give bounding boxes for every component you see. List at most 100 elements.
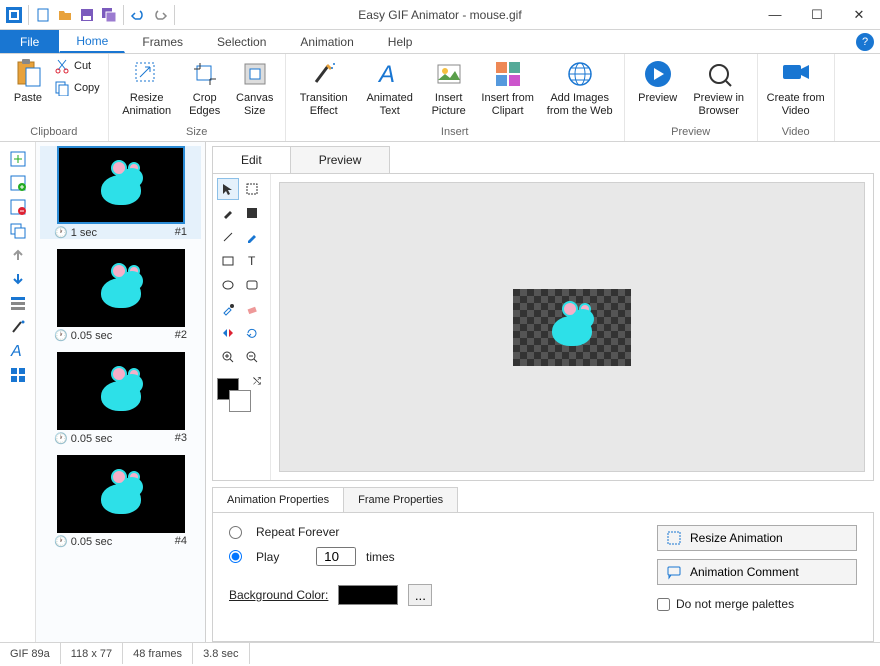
tool-brush[interactable] — [217, 202, 239, 224]
tab-frame-properties[interactable]: Frame Properties — [343, 487, 458, 512]
tab-preview[interactable]: Preview — [290, 146, 391, 173]
tool-rect[interactable] — [217, 250, 239, 272]
tool-eraser[interactable] — [241, 298, 263, 320]
preview-button[interactable]: Preview — [631, 56, 685, 107]
transition-effect-button[interactable]: Transition Effect — [292, 56, 356, 120]
tool-pencil[interactable] — [241, 226, 263, 248]
animation-comment-button[interactable]: Animation Comment — [657, 559, 857, 585]
repeat-forever-radio[interactable] — [229, 526, 242, 539]
resize-animation-side-button[interactable]: Resize Animation — [657, 525, 857, 551]
tool-rotate[interactable] — [241, 322, 263, 344]
play-count-input[interactable] — [316, 547, 356, 566]
insert-clipart-button[interactable]: Insert from Clipart — [476, 56, 540, 120]
color-swatches[interactable]: ⤭ — [217, 378, 257, 414]
insert-picture-button[interactable]: Insert Picture — [424, 56, 474, 120]
ribbon-group-insert: Transition Effect AAnimated Text Insert … — [286, 54, 625, 141]
rail-add-frame-icon[interactable] — [7, 148, 29, 170]
repeat-forever-row[interactable]: Repeat Forever — [229, 525, 617, 539]
bg-color-swatch[interactable] — [338, 585, 398, 605]
play-times-row[interactable]: Play times — [229, 547, 617, 566]
frame-item[interactable]: 🕐0.05 sec#4 — [40, 455, 201, 548]
animated-text-button[interactable]: AAnimated Text — [358, 56, 422, 120]
clock-icon: 🕐 — [54, 432, 68, 445]
clock-icon: 🕐 — [54, 329, 68, 342]
editor-tabs: Edit Preview — [206, 142, 880, 173]
tool-marquee[interactable] — [241, 178, 263, 200]
rail-text-icon[interactable]: A — [7, 340, 29, 362]
add-images-web-button[interactable]: Add Images from the Web — [542, 56, 618, 120]
frame-item[interactable]: 🕐1 sec#1 — [40, 146, 201, 239]
rail-effects-icon[interactable] — [7, 316, 29, 338]
tool-fill-rect[interactable] — [241, 202, 263, 224]
canvas-size-button[interactable]: Canvas Size — [231, 56, 279, 120]
background-color[interactable] — [229, 390, 251, 412]
minimize-button[interactable]: — — [754, 1, 796, 29]
svg-text:A: A — [377, 61, 395, 88]
paste-button[interactable]: Paste — [6, 56, 50, 107]
new-icon[interactable] — [33, 5, 53, 25]
resize-animation-button[interactable]: Resize Animation — [115, 56, 179, 120]
tool-eyedropper[interactable] — [217, 298, 239, 320]
rail-move-down-icon[interactable] — [7, 268, 29, 290]
tab-help[interactable]: Help — [371, 30, 430, 53]
rail-properties-icon[interactable] — [7, 292, 29, 314]
rail-delete-frame-icon[interactable] — [7, 196, 29, 218]
frame-list[interactable]: 🕐1 sec#1 🕐0.05 sec#2 🕐0.05 sec#3 🕐0.05 s… — [36, 142, 206, 642]
open-icon[interactable] — [55, 5, 75, 25]
canvas-viewport[interactable] — [279, 182, 865, 472]
save-all-icon[interactable] — [99, 5, 119, 25]
tool-zoom-out[interactable] — [241, 346, 263, 368]
status-bar: GIF 89a 118 x 77 48 frames 3.8 sec — [0, 642, 880, 664]
ribbon-group-clipboard: Paste Cut Copy Clipboard — [0, 54, 109, 141]
tab-animation[interactable]: Animation — [283, 30, 370, 53]
tool-line[interactable] — [217, 226, 239, 248]
status-format: GIF 89a — [0, 643, 61, 664]
tool-rounded-rect[interactable] — [241, 274, 263, 296]
tool-pointer[interactable] — [217, 178, 239, 200]
canvas[interactable] — [513, 289, 631, 366]
create-from-video-button[interactable]: Create from Video — [764, 56, 828, 120]
tool-text[interactable]: T — [241, 250, 263, 272]
rail-duplicate-icon[interactable] — [7, 220, 29, 242]
undo-icon[interactable] — [128, 5, 148, 25]
play-radio[interactable] — [229, 550, 242, 563]
app-icon — [4, 5, 24, 25]
frame-item[interactable]: 🕐0.05 sec#3 — [40, 352, 201, 445]
close-button[interactable]: ✕ — [838, 1, 880, 29]
preview-browser-button[interactable]: Preview in Browser — [687, 56, 751, 120]
rail-move-up-icon[interactable] — [7, 244, 29, 266]
divider — [28, 5, 29, 25]
redo-icon[interactable] — [150, 5, 170, 25]
bg-color-picker-button[interactable]: ... — [408, 584, 432, 606]
title-bar: Easy GIF Animator - mouse.gif — ☐ ✕ — [0, 0, 880, 30]
file-menu[interactable]: File — [0, 30, 59, 53]
copy-button[interactable]: Copy — [52, 78, 102, 98]
properties-panel: Animation Properties Frame Properties Re… — [212, 487, 874, 642]
status-duration: 3.8 sec — [193, 643, 249, 664]
merge-palettes-checkbox[interactable] — [657, 598, 670, 611]
rail-grid-icon[interactable] — [7, 364, 29, 386]
save-icon[interactable] — [77, 5, 97, 25]
tool-zoom-in[interactable] — [217, 346, 239, 368]
cut-button[interactable]: Cut — [52, 56, 102, 76]
tab-edit[interactable]: Edit — [212, 146, 291, 173]
side-rail: A — [0, 142, 36, 642]
tool-ellipse[interactable] — [217, 274, 239, 296]
window-controls: — ☐ ✕ — [754, 1, 880, 29]
ribbon-group-video: Create from Video Video — [758, 54, 835, 141]
maximize-button[interactable]: ☐ — [796, 1, 838, 29]
crop-edges-button[interactable]: Crop Edges — [181, 56, 229, 120]
menu-bar: File Home Frames Selection Animation Hel… — [0, 30, 880, 54]
tab-home[interactable]: Home — [59, 30, 125, 53]
tool-flip[interactable] — [217, 322, 239, 344]
help-icon[interactable]: ? — [856, 33, 874, 51]
svg-text:A: A — [10, 343, 22, 360]
divider — [123, 5, 124, 25]
frame-item[interactable]: 🕐0.05 sec#2 — [40, 249, 201, 342]
rail-insert-frame-icon[interactable] — [7, 172, 29, 194]
tab-frames[interactable]: Frames — [125, 30, 200, 53]
editor-area: T ⤭ — [212, 173, 874, 481]
swap-colors-icon[interactable]: ⤭ — [253, 376, 261, 387]
tab-selection[interactable]: Selection — [200, 30, 283, 53]
tab-animation-properties[interactable]: Animation Properties — [212, 487, 344, 512]
